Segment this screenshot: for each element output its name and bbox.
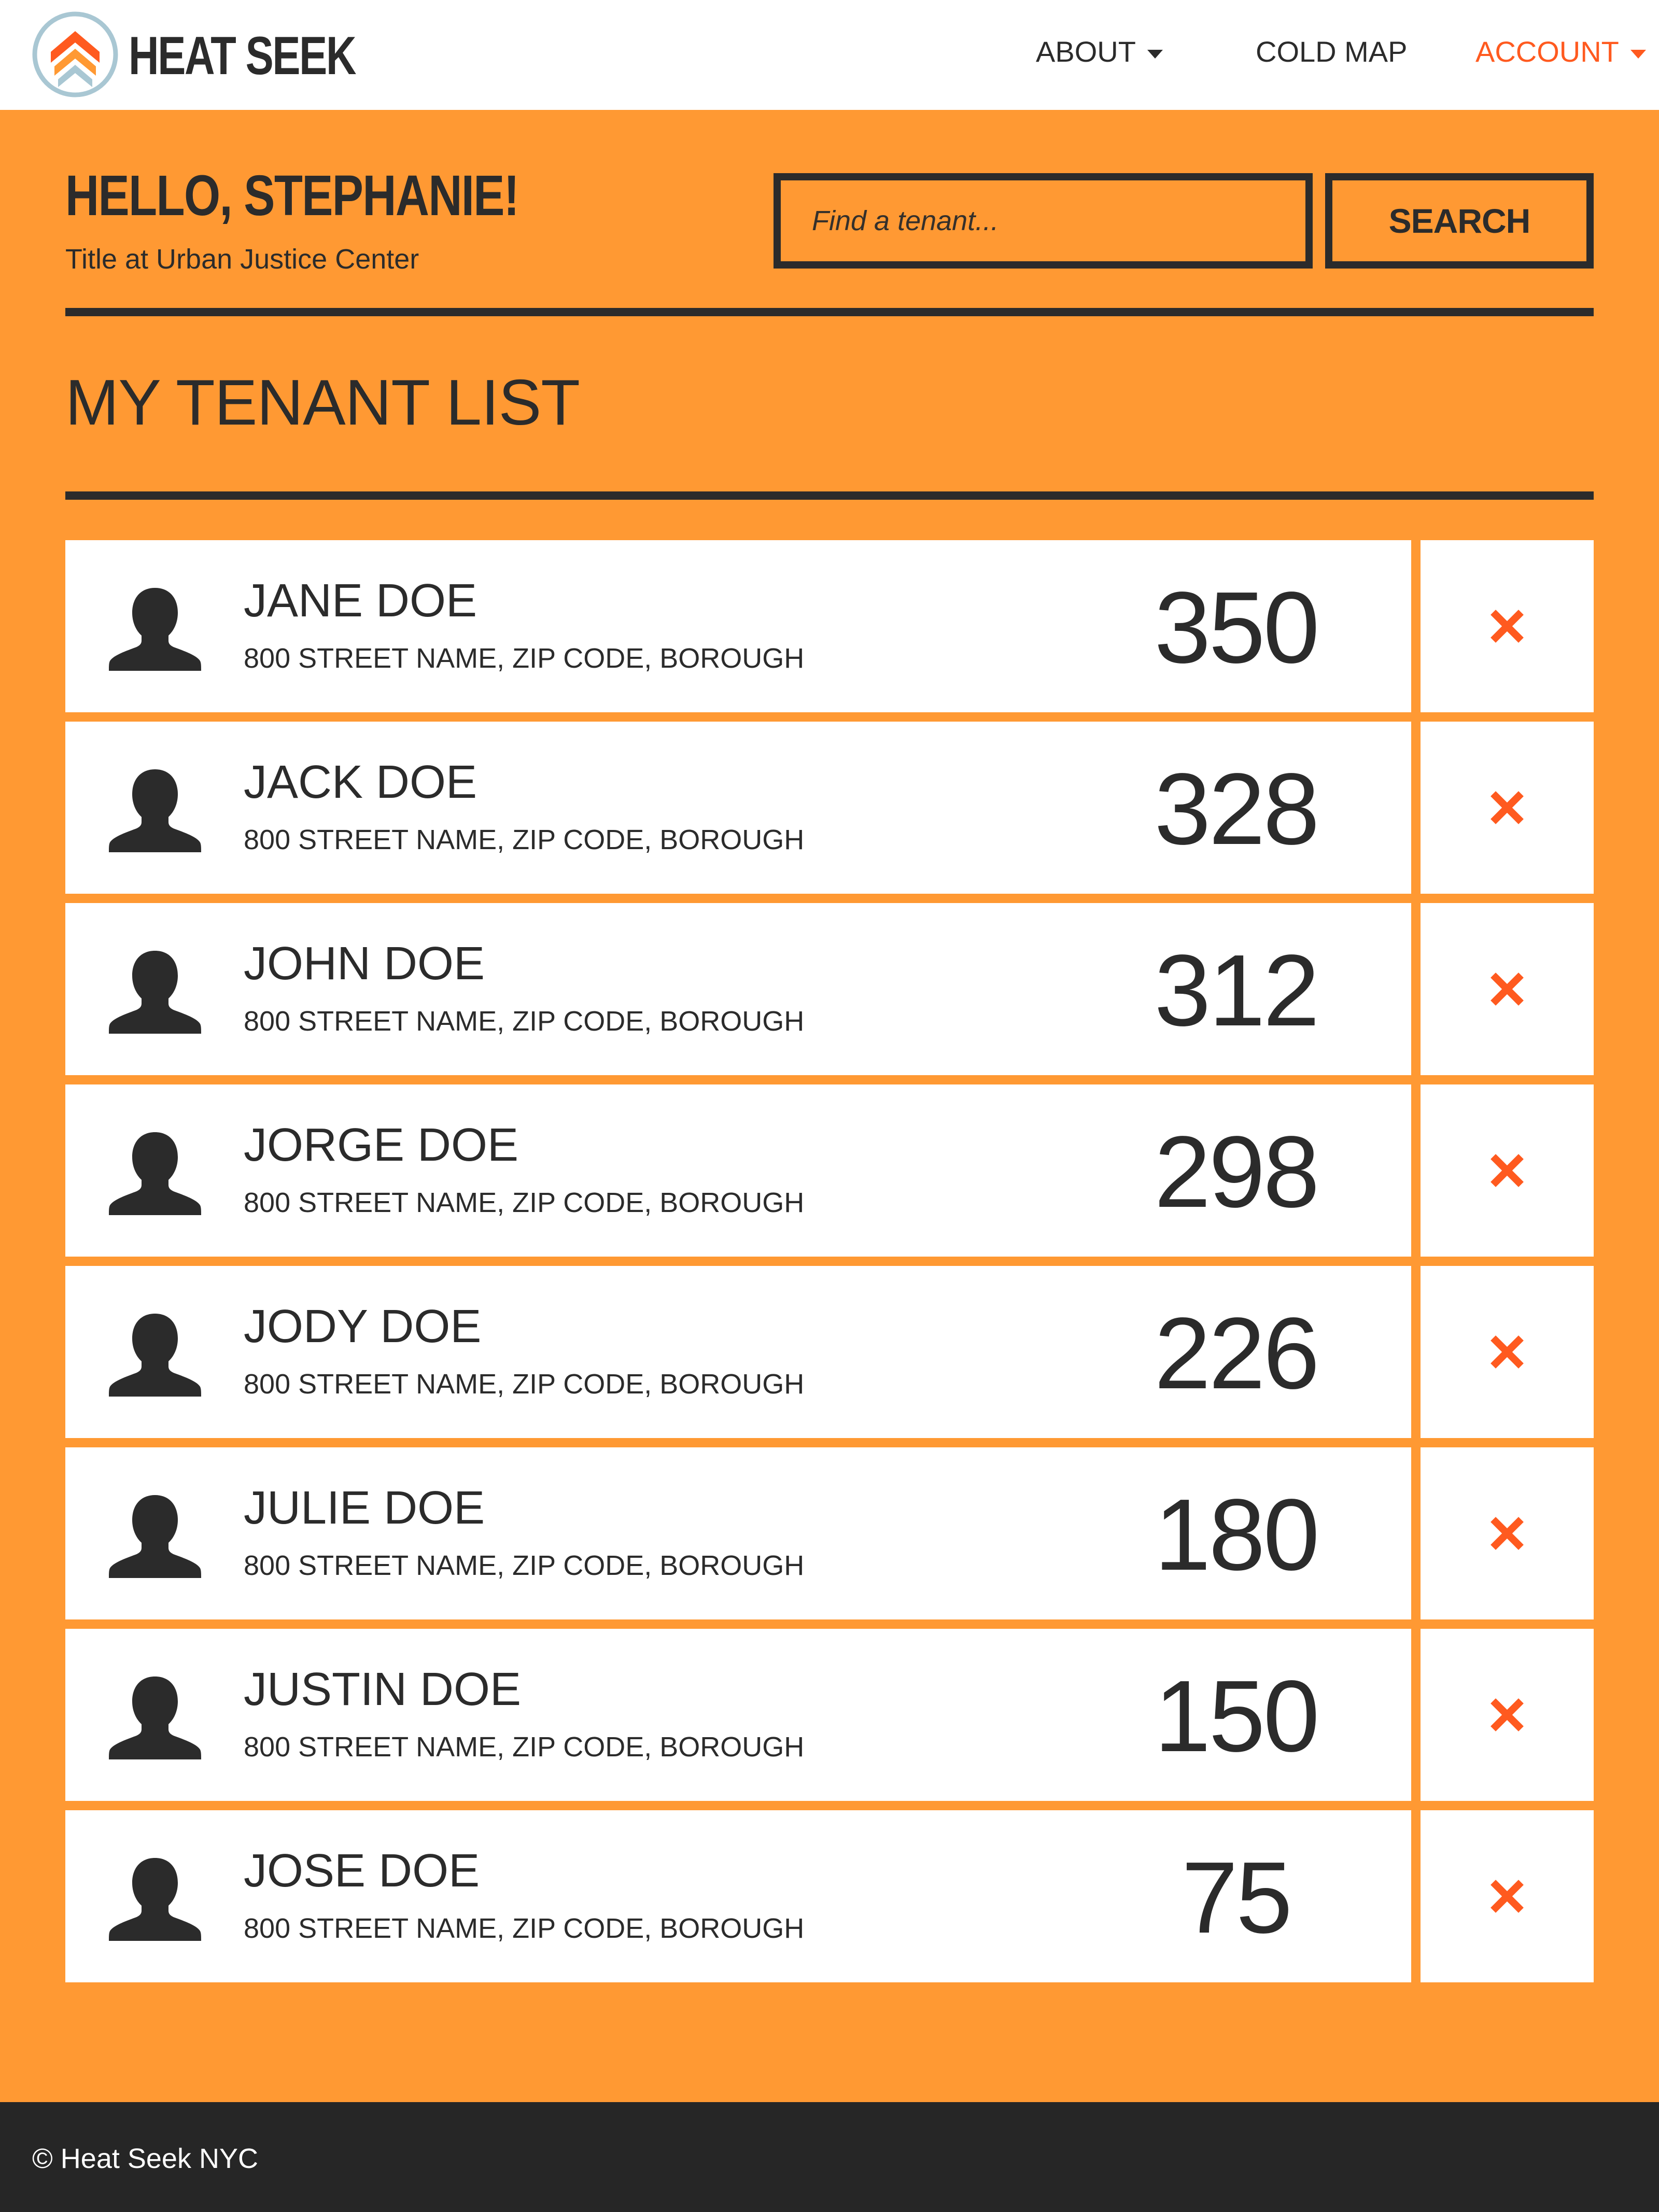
list-item: JOSE DOE 800 STREET NAME, ZIP CODE, BORO…	[65, 1810, 1594, 1982]
close-x-icon	[1491, 791, 1524, 824]
list-item: JORGE DOE 800 STREET NAME, ZIP CODE, BOR…	[65, 1084, 1594, 1257]
chevron-down-icon	[1147, 49, 1163, 59]
tenant-address: 800 STREET NAME, ZIP CODE, BOROUGH	[244, 824, 805, 855]
list-item: JACK DOE 800 STREET NAME, ZIP CODE, BORO…	[65, 722, 1594, 894]
tenant-address: 800 STREET NAME, ZIP CODE, BOROUGH	[244, 1187, 805, 1218]
tenant-count: 75	[1181, 1841, 1292, 1954]
tenant-name: JULIE DOE	[244, 1482, 485, 1534]
nav-about-label: ABOUT	[1036, 35, 1136, 68]
close-x-icon	[1491, 1335, 1524, 1369]
tenant-card[interactable]: JOSE DOE 800 STREET NAME, ZIP CODE, BORO…	[65, 1810, 1411, 1982]
remove-tenant-button[interactable]	[1421, 903, 1594, 1075]
tenant-address: 800 STREET NAME, ZIP CODE, BOROUGH	[244, 1550, 805, 1581]
tenant-list: JANE DOE 800 STREET NAME, ZIP CODE, BORO…	[65, 540, 1594, 1992]
tenant-address: 800 STREET NAME, ZIP CODE, BOROUGH	[244, 643, 805, 674]
remove-tenant-button[interactable]	[1421, 1266, 1594, 1438]
nav-account[interactable]: ACCOUNT	[1475, 32, 1646, 72]
remove-tenant-button[interactable]	[1421, 1810, 1594, 1982]
page-greeting: HELLO, STEPHANIE!	[65, 164, 519, 228]
close-x-icon	[1491, 1698, 1524, 1731]
tenant-name: JOSE DOE	[244, 1845, 480, 1897]
close-x-icon	[1491, 973, 1524, 1006]
divider	[65, 308, 1594, 316]
close-x-icon	[1491, 1517, 1524, 1550]
person-avatar-icon	[109, 1132, 201, 1215]
tenant-card[interactable]: JUSTIN DOE 800 STREET NAME, ZIP CODE, BO…	[65, 1629, 1411, 1801]
list-item: JULIE DOE 800 STREET NAME, ZIP CODE, BOR…	[65, 1447, 1594, 1619]
tenant-name: JODY DOE	[244, 1301, 482, 1352]
tenant-count: 226	[1154, 1297, 1319, 1410]
tenant-card[interactable]: JACK DOE 800 STREET NAME, ZIP CODE, BORO…	[65, 722, 1411, 894]
remove-tenant-button[interactable]	[1421, 1084, 1594, 1257]
tenant-search-input[interactable]	[774, 173, 1313, 269]
tenant-name: JANE DOE	[244, 575, 477, 627]
nav-about[interactable]: ABOUT	[1036, 32, 1163, 72]
nav-account-label: ACCOUNT	[1475, 35, 1619, 68]
remove-tenant-button[interactable]	[1421, 1447, 1594, 1619]
tenant-address: 800 STREET NAME, ZIP CODE, BOROUGH	[244, 1369, 805, 1400]
person-avatar-icon	[109, 1314, 201, 1397]
footer-copyright: © Heat Seek NYC	[32, 2143, 258, 2174]
close-x-icon	[1491, 1880, 1524, 1913]
list-item: JODY DOE 800 STREET NAME, ZIP CODE, BORO…	[65, 1266, 1594, 1438]
tenant-card[interactable]: JORGE DOE 800 STREET NAME, ZIP CODE, BOR…	[65, 1084, 1411, 1257]
search-button[interactable]: SEARCH	[1325, 173, 1594, 269]
tenant-count: 150	[1154, 1659, 1319, 1773]
house-chevron-logo-icon[interactable]	[31, 10, 119, 98]
person-avatar-icon	[109, 769, 201, 852]
tenant-address: 800 STREET NAME, ZIP CODE, BOROUGH	[244, 1006, 805, 1037]
tenant-name: JORGE DOE	[244, 1119, 519, 1171]
page-title: MY TENANT LIST	[65, 367, 580, 439]
list-item: JUSTIN DOE 800 STREET NAME, ZIP CODE, BO…	[65, 1629, 1594, 1801]
footer: © Heat Seek NYC	[0, 2102, 1659, 2212]
person-avatar-icon	[109, 1495, 201, 1578]
tenant-card[interactable]: JULIE DOE 800 STREET NAME, ZIP CODE, BOR…	[65, 1447, 1411, 1619]
person-avatar-icon	[109, 1676, 201, 1759]
list-item: JANE DOE 800 STREET NAME, ZIP CODE, BORO…	[65, 540, 1594, 712]
remove-tenant-button[interactable]	[1421, 1629, 1594, 1801]
tenant-count: 312	[1154, 934, 1319, 1047]
remove-tenant-button[interactable]	[1421, 722, 1594, 894]
person-avatar-icon	[109, 951, 201, 1034]
tenant-card[interactable]: JANE DOE 800 STREET NAME, ZIP CODE, BORO…	[65, 540, 1411, 712]
person-avatar-icon	[109, 588, 201, 671]
list-item: JOHN DOE 800 STREET NAME, ZIP CODE, BORO…	[65, 903, 1594, 1075]
top-navbar: HEAT SEEK ABOUT COLD MAP ACCOUNT	[0, 0, 1659, 110]
tenant-count: 298	[1154, 1115, 1319, 1229]
close-x-icon	[1491, 610, 1524, 643]
tenant-name: JACK DOE	[244, 756, 477, 808]
divider	[65, 491, 1594, 500]
close-x-icon	[1491, 1154, 1524, 1187]
tenant-name: JOHN DOE	[244, 938, 485, 990]
tenant-count: 180	[1154, 1478, 1319, 1591]
chevron-down-icon	[1630, 49, 1646, 59]
tenant-name: JUSTIN DOE	[244, 1664, 522, 1715]
person-avatar-icon	[109, 1858, 201, 1941]
tenant-address: 800 STREET NAME, ZIP CODE, BOROUGH	[244, 1731, 805, 1763]
nav-cold-map[interactable]: COLD MAP	[1256, 32, 1408, 72]
tenant-count: 350	[1154, 571, 1319, 684]
tenant-count: 328	[1154, 752, 1319, 866]
user-title: Title at Urban Justice Center	[65, 244, 419, 275]
brand-name[interactable]: HEAT SEEK	[129, 25, 357, 87]
remove-tenant-button[interactable]	[1421, 540, 1594, 712]
tenant-card[interactable]: JOHN DOE 800 STREET NAME, ZIP CODE, BORO…	[65, 903, 1411, 1075]
tenant-card[interactable]: JODY DOE 800 STREET NAME, ZIP CODE, BORO…	[65, 1266, 1411, 1438]
nav-cold-map-label: COLD MAP	[1256, 35, 1408, 68]
tenant-address: 800 STREET NAME, ZIP CODE, BOROUGH	[244, 1913, 805, 1944]
